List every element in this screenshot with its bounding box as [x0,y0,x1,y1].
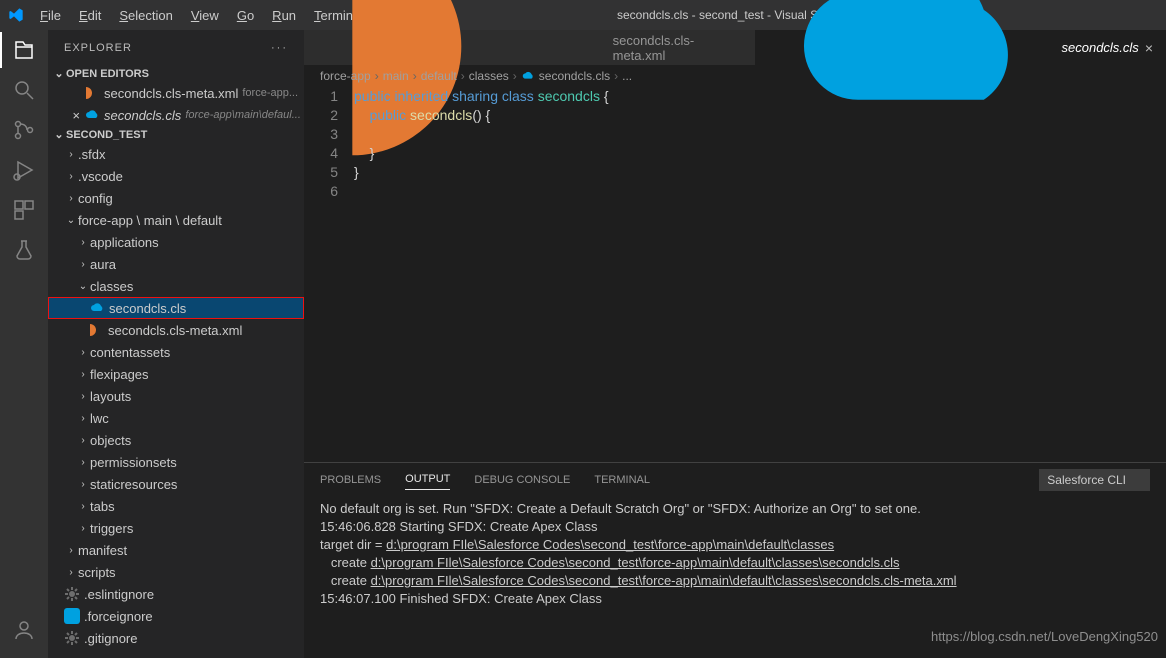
menu-view[interactable]: View [183,4,227,27]
file-item[interactable]: secondcls.cls [48,297,304,319]
file-icon [64,630,80,646]
menu-go[interactable]: Go [229,4,262,27]
chevron-icon: › [76,501,90,512]
run-debug-icon[interactable] [12,158,36,182]
folder-item[interactable]: ›manifest [48,539,304,561]
chevron-icon: › [64,545,78,556]
panel-tabs: PROBLEMS OUTPUT DEBUG CONSOLE TERMINAL Sales… [304,463,1166,496]
chevron-down-icon: ⌄ [52,128,66,141]
extensions-icon[interactable] [12,198,36,222]
editor-tabs: secondcls.cls-meta.xmlsecondcls.cls× [304,30,1166,65]
editor-tab[interactable]: secondcls.cls× [756,30,1166,65]
panel-tab-problems[interactable]: PROBLEMS [320,470,381,490]
chevron-down-icon: ⌄ [52,67,66,80]
folder-item[interactable]: ›config [48,187,304,209]
folder-item[interactable]: ›applications [48,231,304,253]
chevron-icon: › [76,435,90,446]
more-icon[interactable]: ··· [271,42,288,54]
breadcrumb-item[interactable]: ... [622,69,632,83]
output-channel-select[interactable]: Salesforce CLI [1039,469,1150,491]
source-control-icon[interactable] [12,118,36,142]
breadcrumb-item[interactable]: main [383,69,409,83]
project-header[interactable]: ⌄ SECOND_TEST [48,126,304,143]
folder-item[interactable]: ›.sfdx [48,143,304,165]
accounts-icon[interactable] [12,618,36,642]
folder-item[interactable]: ›.vscode [48,165,304,187]
chevron-icon: › [76,391,90,402]
folder-item[interactable]: ›flexipages [48,363,304,385]
file-icon [64,608,80,624]
folder-item[interactable]: ›objects [48,429,304,451]
explorer-title: EXPLORER [64,42,132,54]
editor-area: secondcls.cls-meta.xmlsecondcls.cls× for… [304,30,1166,658]
file-icon [89,300,105,316]
vscode-logo-icon [8,7,24,23]
chevron-icon: › [76,237,90,248]
folder-item[interactable]: ›lwc [48,407,304,429]
open-editor-item[interactable]: secondcls.cls-meta.xmlforce-app... [48,82,304,104]
file-item[interactable]: .gitignore [48,627,304,649]
panel-tab-output[interactable]: OUTPUT [405,469,450,490]
chevron-icon: › [76,457,90,468]
chevron-icon: › [76,259,90,270]
watermark: https://blog.csdn.net/LoveDengXing520 [931,629,1158,644]
chevron-icon: ⌄ [76,281,90,292]
folder-item[interactable]: ›layouts [48,385,304,407]
file-tree: ›.sfdx›.vscode›config⌄force-app \ main \… [48,143,304,658]
chevron-icon: › [64,171,78,182]
file-item[interactable]: secondcls.cls-meta.xml [48,319,304,341]
line-gutter: 123456 [304,87,354,462]
menu-selection[interactable]: Selection [111,4,180,27]
file-item[interactable]: .eslintignore [48,583,304,605]
folder-item[interactable]: ›triggers [48,517,304,539]
folder-item[interactable]: ⌄force-app \ main \ default [48,209,304,231]
folder-item[interactable]: ⌄classes [48,275,304,297]
folder-item[interactable]: ›contentassets [48,341,304,363]
chevron-icon: › [76,369,90,380]
menu-run[interactable]: Run [264,4,304,27]
menu-file[interactable]: File [32,4,69,27]
breadcrumb-item[interactable]: default [421,69,457,83]
code-editor[interactable]: 123456 public inherited sharing class se… [304,87,1166,462]
close-icon[interactable]: × [68,108,84,123]
folder-item[interactable]: ›aura [48,253,304,275]
chevron-icon: ⌄ [64,215,78,226]
folder-item[interactable]: ›permissionsets [48,451,304,473]
breadcrumb-item[interactable]: force-app [320,69,371,83]
file-icon [88,322,104,338]
chevron-icon: › [64,567,78,578]
sidebar: EXPLORER ··· ⌄ OPEN EDITORS secondcls.cl… [48,30,304,658]
close-icon[interactable]: × [1145,40,1153,56]
open-editor-item[interactable]: ×secondcls.clsforce-app\main\defaul... [48,104,304,126]
breadcrumb[interactable]: force-app›main›default›classes›secondcls… [304,65,1166,87]
breadcrumb-item[interactable]: classes [469,69,509,83]
open-editors-header[interactable]: ⌄ OPEN EDITORS [48,65,304,82]
chevron-icon: › [64,149,78,160]
chevron-icon: › [76,479,90,490]
activity-bar [0,30,48,658]
folder-item[interactable]: ›scripts [48,561,304,583]
explorer-icon[interactable] [12,38,36,62]
file-item[interactable]: .forceignore [48,605,304,627]
folder-item[interactable]: ›tabs [48,495,304,517]
editor-tab[interactable]: secondcls.cls-meta.xml [304,30,756,65]
testing-icon[interactable] [12,238,36,262]
file-icon [84,85,100,101]
panel-tab-terminal[interactable]: TERMINAL [594,470,650,490]
chevron-icon: › [76,347,90,358]
chevron-icon: › [64,193,78,204]
chevron-icon: › [76,523,90,534]
file-icon [84,107,100,123]
chevron-icon: › [76,413,90,424]
code-lines[interactable]: public inherited sharing class secondcls… [354,87,1166,462]
sidebar-header: EXPLORER ··· [48,30,304,65]
file-icon [64,586,80,602]
menu-edit[interactable]: Edit [71,4,109,27]
breadcrumb-item[interactable]: secondcls.cls [539,69,610,83]
folder-item[interactable]: ›staticresources [48,473,304,495]
search-icon[interactable] [12,78,36,102]
panel-tab-debug-console[interactable]: DEBUG CONSOLE [474,470,570,490]
